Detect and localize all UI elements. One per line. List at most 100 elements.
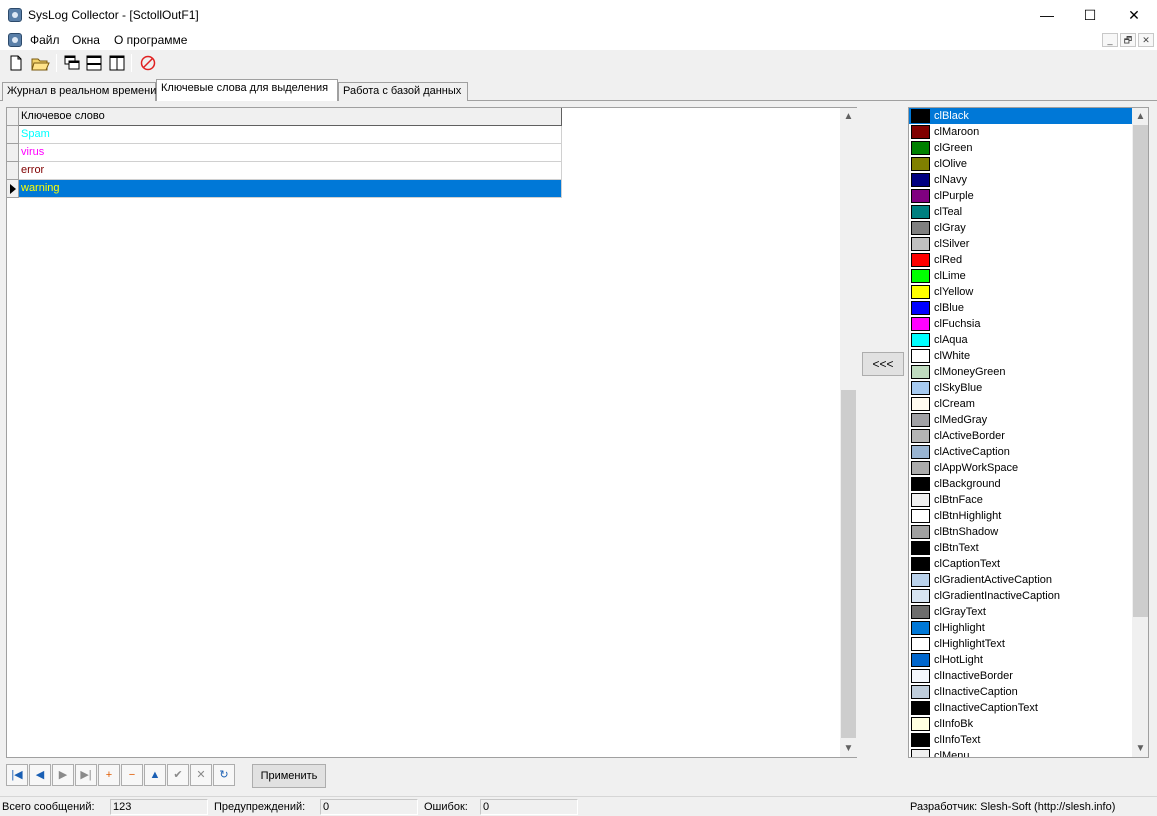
- refresh-record-icon[interactable]: ↻: [213, 764, 235, 786]
- tile-vertical-icon[interactable]: [107, 53, 127, 73]
- color-item[interactable]: clBtnShadow: [909, 524, 1132, 540]
- color-item[interactable]: clHighlight: [909, 620, 1132, 636]
- color-item[interactable]: clGreen: [909, 140, 1132, 156]
- tile-horizontal-icon[interactable]: [84, 53, 104, 73]
- stop-icon[interactable]: [138, 53, 158, 73]
- mdi-close-button[interactable]: ✕: [1138, 33, 1154, 47]
- cancel-record-icon[interactable]: ✕: [190, 764, 212, 786]
- keyword-cell[interactable]: error: [19, 162, 562, 180]
- next-record-icon[interactable]: ▶: [52, 764, 74, 786]
- row-indicator[interactable]: [7, 180, 19, 198]
- tab-realtime-log[interactable]: Журнал в реальном времени: [2, 82, 156, 101]
- menu-about[interactable]: О программе: [114, 33, 187, 47]
- scroll-up-icon[interactable]: ▲: [840, 108, 857, 125]
- color-item[interactable]: clNavy: [909, 172, 1132, 188]
- color-item[interactable]: clInactiveCaptionText: [909, 700, 1132, 716]
- color-swatch: [911, 333, 930, 347]
- color-item[interactable]: clBlack: [909, 108, 1132, 124]
- close-button[interactable]: ✕: [1111, 0, 1157, 30]
- scroll-up-icon[interactable]: ▲: [1132, 108, 1148, 125]
- cascade-icon[interactable]: [62, 53, 82, 73]
- tab-keywords[interactable]: Ключевые слова для выделения: [156, 79, 338, 101]
- color-listbox[interactable]: clBlack clMaroon clGreen clOlive clNavy clPur…: [908, 107, 1149, 758]
- color-item[interactable]: clHighlightText: [909, 636, 1132, 652]
- delete-record-icon[interactable]: −: [121, 764, 143, 786]
- color-item[interactable]: clBtnHighlight: [909, 508, 1132, 524]
- mdi-minimize-button[interactable]: _: [1102, 33, 1118, 47]
- color-item[interactable]: clWhite: [909, 348, 1132, 364]
- color-item[interactable]: clMenu: [909, 748, 1132, 757]
- edit-record-icon[interactable]: ▲: [144, 764, 166, 786]
- color-item[interactable]: clGradientActiveCaption: [909, 572, 1132, 588]
- color-item[interactable]: clOlive: [909, 156, 1132, 172]
- color-item[interactable]: clAqua: [909, 332, 1132, 348]
- color-item[interactable]: clSilver: [909, 236, 1132, 252]
- color-item[interactable]: clActiveCaption: [909, 444, 1132, 460]
- color-item[interactable]: clBtnText: [909, 540, 1132, 556]
- apply-button[interactable]: Применить: [252, 764, 326, 788]
- keyword-cell[interactable]: warning: [19, 180, 562, 198]
- keyword-cell[interactable]: Spam: [19, 126, 562, 144]
- color-item[interactable]: clGradientInactiveCaption: [909, 588, 1132, 604]
- color-item[interactable]: clBackground: [909, 476, 1132, 492]
- color-name: clSkyBlue: [934, 382, 983, 394]
- color-item[interactable]: clMoneyGreen: [909, 364, 1132, 380]
- color-item[interactable]: clGray: [909, 220, 1132, 236]
- scroll-down-icon[interactable]: ▼: [840, 740, 857, 757]
- color-item[interactable]: clLime: [909, 268, 1132, 284]
- color-item[interactable]: clGrayText: [909, 604, 1132, 620]
- minimize-button[interactable]: —: [1024, 0, 1070, 30]
- color-swatch: [911, 589, 930, 603]
- post-record-icon[interactable]: ✔: [167, 764, 189, 786]
- prior-record-icon[interactable]: ◀: [29, 764, 51, 786]
- color-name: clCream: [934, 398, 975, 410]
- column-header-keyword[interactable]: Ключевое слово: [19, 108, 562, 126]
- color-item[interactable]: clBlue: [909, 300, 1132, 316]
- menu-windows[interactable]: Окна: [72, 33, 100, 47]
- color-item[interactable]: clActiveBorder: [909, 428, 1132, 444]
- mdi-restore-button[interactable]: 🗗: [1120, 33, 1136, 47]
- menu-file[interactable]: Файл: [30, 33, 60, 47]
- apply-color-button[interactable]: <<<: [862, 352, 904, 376]
- color-swatch: [911, 237, 930, 251]
- color-item[interactable]: clCaptionText: [909, 556, 1132, 572]
- open-folder-icon[interactable]: [30, 53, 50, 73]
- color-item[interactable]: clTeal: [909, 204, 1132, 220]
- scroll-thumb[interactable]: [1133, 125, 1148, 617]
- color-item[interactable]: clMaroon: [909, 124, 1132, 140]
- color-item[interactable]: clYellow: [909, 284, 1132, 300]
- grid-vertical-scrollbar[interactable]: ▲ ▼: [840, 108, 857, 757]
- color-item[interactable]: clAppWorkSpace: [909, 460, 1132, 476]
- row-indicator[interactable]: [7, 144, 19, 162]
- color-item[interactable]: clInactiveCaption: [909, 684, 1132, 700]
- color-item[interactable]: clPurple: [909, 188, 1132, 204]
- color-item[interactable]: clFuchsia: [909, 316, 1132, 332]
- row-indicator[interactable]: [7, 126, 19, 144]
- insert-record-icon[interactable]: +: [98, 764, 120, 786]
- new-icon[interactable]: [6, 53, 26, 73]
- color-name: clCaptionText: [934, 558, 1001, 570]
- row-indicator[interactable]: [7, 162, 19, 180]
- color-item[interactable]: clInactiveBorder: [909, 668, 1132, 684]
- keywords-grid[interactable]: Ключевое слово Spam virus error warning ▲ ▼: [6, 107, 857, 758]
- color-name: clInfoText: [934, 734, 981, 746]
- scroll-thumb[interactable]: [841, 390, 856, 738]
- color-item[interactable]: clInfoText: [909, 732, 1132, 748]
- color-item[interactable]: clMedGray: [909, 412, 1132, 428]
- last-record-icon[interactable]: ▶|: [75, 764, 97, 786]
- color-swatch: [911, 733, 930, 747]
- mdi-child-icon[interactable]: [8, 33, 22, 47]
- color-item[interactable]: clInfoBk: [909, 716, 1132, 732]
- tab-database[interactable]: Работа с базой данных: [338, 82, 468, 101]
- color-item[interactable]: clCream: [909, 396, 1132, 412]
- maximize-button[interactable]: ☐: [1067, 0, 1113, 30]
- color-item[interactable]: clRed: [909, 252, 1132, 268]
- color-item[interactable]: clSkyBlue: [909, 380, 1132, 396]
- scroll-down-icon[interactable]: ▼: [1132, 740, 1148, 757]
- color-item[interactable]: clHotLight: [909, 652, 1132, 668]
- keyword-cell[interactable]: virus: [19, 144, 562, 162]
- color-swatch: [911, 221, 930, 235]
- color-list-scrollbar[interactable]: ▲ ▼: [1132, 108, 1148, 757]
- color-item[interactable]: clBtnFace: [909, 492, 1132, 508]
- first-record-icon[interactable]: |◀: [6, 764, 28, 786]
